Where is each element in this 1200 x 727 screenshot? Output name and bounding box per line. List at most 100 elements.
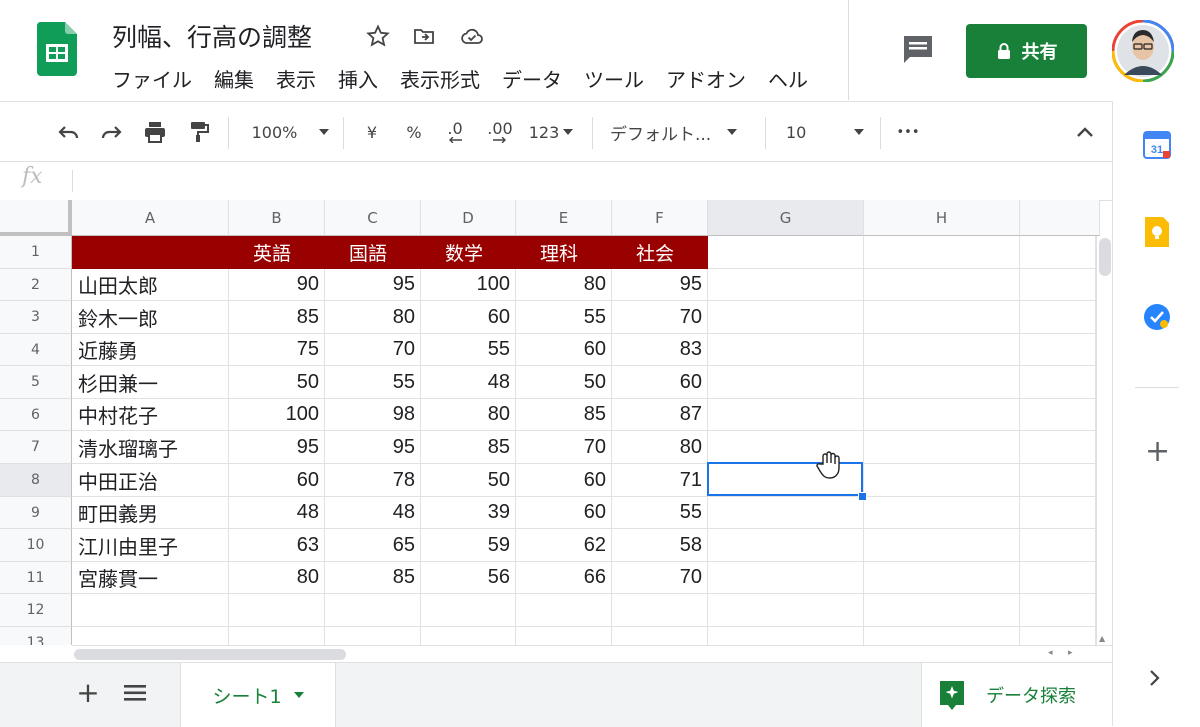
sheet-tab-active[interactable]: シート1 bbox=[180, 663, 336, 727]
cell[interactable] bbox=[516, 594, 612, 627]
cell[interactable] bbox=[516, 627, 612, 645]
cell[interactable] bbox=[708, 529, 864, 562]
cell[interactable] bbox=[1020, 431, 1096, 464]
cell[interactable] bbox=[864, 236, 1020, 269]
cell[interactable] bbox=[1020, 269, 1096, 301]
star-icon[interactable] bbox=[364, 22, 392, 50]
column-header-e[interactable]: E bbox=[516, 200, 612, 236]
document-title[interactable]: 列幅、行高の調整 bbox=[112, 18, 312, 54]
score-cell[interactable]: 85 bbox=[421, 431, 516, 464]
cell[interactable] bbox=[1020, 366, 1096, 399]
score-cell[interactable]: 87 bbox=[612, 399, 708, 431]
score-cell[interactable]: 70 bbox=[612, 301, 708, 334]
row-header[interactable]: 2 bbox=[0, 269, 72, 301]
cell[interactable] bbox=[864, 366, 1020, 399]
name-cell[interactable]: 清水瑠璃子 bbox=[72, 431, 229, 464]
get-addons-plus-icon[interactable]: + bbox=[1145, 437, 1170, 467]
header-cell[interactable]: 社会 bbox=[612, 236, 708, 269]
font-size-select[interactable]: 10 bbox=[786, 118, 868, 146]
score-cell[interactable]: 100 bbox=[229, 399, 325, 431]
header-cell[interactable]: 国語 bbox=[325, 236, 421, 269]
cell[interactable] bbox=[864, 301, 1020, 334]
name-cell[interactable]: 江川由里子 bbox=[72, 529, 229, 562]
row-header[interactable]: 13 bbox=[0, 627, 72, 645]
name-cell[interactable]: 山田太郎 bbox=[72, 269, 229, 301]
score-cell[interactable]: 75 bbox=[229, 334, 325, 366]
score-cell[interactable]: 95 bbox=[325, 269, 421, 301]
score-cell[interactable]: 56 bbox=[421, 562, 516, 594]
score-cell[interactable]: 39 bbox=[421, 497, 516, 529]
cell[interactable] bbox=[72, 594, 229, 627]
cell[interactable] bbox=[708, 627, 864, 645]
name-cell[interactable]: 中田正治 bbox=[72, 464, 229, 497]
score-cell[interactable]: 85 bbox=[325, 562, 421, 594]
cell[interactable] bbox=[708, 236, 864, 269]
scroll-right-arrow-icon[interactable]: ▸ bbox=[1068, 648, 1073, 658]
comment-history-icon[interactable] bbox=[900, 33, 936, 67]
cell[interactable] bbox=[1020, 236, 1096, 269]
name-cell[interactable]: 近藤勇 bbox=[72, 334, 229, 366]
cell[interactable] bbox=[708, 562, 864, 594]
score-cell[interactable]: 66 bbox=[516, 562, 612, 594]
row-header[interactable]: 9 bbox=[0, 497, 72, 529]
expand-panel-chevron-right-icon[interactable] bbox=[1149, 669, 1161, 691]
column-header-a[interactable]: A bbox=[72, 200, 229, 236]
name-cell[interactable]: 杉田兼一 bbox=[72, 366, 229, 399]
score-cell[interactable]: 98 bbox=[325, 399, 421, 431]
score-cell[interactable]: 70 bbox=[612, 562, 708, 594]
share-button[interactable]: 共有 bbox=[966, 24, 1087, 78]
vertical-scrollbar[interactable]: ▲ ▼ bbox=[1096, 236, 1112, 645]
menu-format[interactable]: 表示形式 bbox=[400, 64, 480, 92]
score-cell[interactable]: 60 bbox=[516, 497, 612, 529]
cell[interactable] bbox=[864, 399, 1020, 431]
calendar-icon[interactable]: 31 bbox=[1143, 131, 1171, 163]
cell[interactable] bbox=[708, 366, 864, 399]
score-cell[interactable]: 95 bbox=[325, 431, 421, 464]
score-cell[interactable]: 70 bbox=[325, 334, 421, 366]
cell[interactable] bbox=[708, 594, 864, 627]
undo-icon[interactable] bbox=[54, 118, 84, 146]
score-cell[interactable]: 60 bbox=[612, 366, 708, 399]
header-cell[interactable]: 理科 bbox=[516, 236, 612, 269]
row-header[interactable]: 1 bbox=[0, 236, 72, 269]
font-family-select[interactable]: デフォルト... bbox=[610, 118, 755, 146]
column-header-d[interactable]: D bbox=[421, 200, 516, 236]
score-cell[interactable]: 78 bbox=[325, 464, 421, 497]
score-cell[interactable]: 85 bbox=[229, 301, 325, 334]
cell[interactable] bbox=[421, 627, 516, 645]
cell[interactable] bbox=[421, 594, 516, 627]
cell[interactable] bbox=[1020, 529, 1096, 562]
horizontal-scroll-thumb[interactable] bbox=[74, 649, 346, 660]
score-cell[interactable]: 80 bbox=[516, 269, 612, 301]
column-header-b[interactable]: B bbox=[229, 200, 325, 236]
row-header[interactable]: 10 bbox=[0, 529, 72, 562]
score-cell[interactable]: 71 bbox=[612, 464, 708, 497]
print-icon[interactable] bbox=[140, 118, 170, 146]
cell[interactable] bbox=[1020, 594, 1096, 627]
header-cell[interactable]: 英語 bbox=[229, 236, 325, 269]
score-cell[interactable]: 80 bbox=[325, 301, 421, 334]
score-cell[interactable]: 60 bbox=[421, 301, 516, 334]
move-folder-icon[interactable] bbox=[410, 22, 438, 50]
score-cell[interactable]: 50 bbox=[516, 366, 612, 399]
number-format-select[interactable]: 123 bbox=[526, 118, 576, 146]
score-cell[interactable]: 48 bbox=[421, 366, 516, 399]
menu-addons[interactable]: アドオン bbox=[666, 64, 746, 92]
score-cell[interactable]: 55 bbox=[421, 334, 516, 366]
score-cell[interactable]: 80 bbox=[612, 431, 708, 464]
menu-data[interactable]: データ bbox=[502, 64, 562, 92]
scroll-up-arrow-icon[interactable]: ▲ bbox=[1099, 634, 1105, 643]
cell[interactable] bbox=[864, 431, 1020, 464]
score-cell[interactable]: 50 bbox=[229, 366, 325, 399]
vertical-scroll-thumb[interactable] bbox=[1099, 238, 1111, 276]
percent-format-button[interactable]: % bbox=[402, 118, 426, 146]
cell[interactable] bbox=[708, 301, 864, 334]
cell[interactable] bbox=[612, 627, 708, 645]
currency-format-button[interactable]: ¥ bbox=[360, 118, 384, 146]
score-cell[interactable]: 80 bbox=[421, 399, 516, 431]
name-cell[interactable]: 中村花子 bbox=[72, 399, 229, 431]
cell[interactable] bbox=[612, 594, 708, 627]
score-cell[interactable]: 55 bbox=[612, 497, 708, 529]
scroll-left-arrow-icon[interactable]: ◂ bbox=[1048, 648, 1053, 658]
cell[interactable] bbox=[864, 627, 1020, 645]
